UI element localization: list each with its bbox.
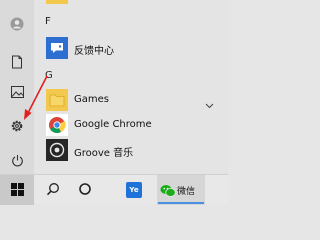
- app-label: 反馈中心: [74, 46, 114, 57]
- app-label: Groove 音乐: [74, 148, 134, 159]
- start-windows-icon: [10, 181, 24, 200]
- app-list: F 反馈中心 G Games Google Chrome Groove 音乐: [34, 0, 228, 174]
- ye-app-text: Ye: [129, 186, 139, 194]
- pictures-icon: [10, 86, 24, 98]
- app-item-feedback-hub[interactable]: 反馈中心: [34, 36, 228, 60]
- feedback-hub-icon: [46, 37, 68, 59]
- start-menu: F 反馈中心 G Games Google Chrome Groove 音乐: [0, 0, 228, 174]
- wechat-label: 微信: [177, 187, 196, 197]
- document-icon: [11, 55, 23, 69]
- chevron-down-icon[interactable]: [205, 94, 214, 113]
- documents-button[interactable]: [0, 48, 34, 76]
- settings-button[interactable]: [0, 112, 34, 140]
- user-icon: [10, 17, 24, 31]
- section-header-f[interactable]: F: [45, 16, 51, 27]
- app-ye-icon: Ye: [126, 182, 142, 198]
- taskbar: Ye 微信: [0, 174, 228, 205]
- start-button[interactable]: [0, 175, 34, 205]
- chrome-icon: [46, 114, 68, 136]
- ye-app-button[interactable]: Ye: [120, 175, 148, 205]
- account-button[interactable]: [0, 10, 34, 38]
- settings-icon: [10, 119, 24, 133]
- cortana-icon: [78, 181, 92, 200]
- app-label: Google Chrome: [74, 119, 152, 130]
- start-menu-left-rail: [0, 0, 34, 174]
- pictures-button[interactable]: [0, 78, 34, 106]
- wechat-icon: [160, 183, 176, 202]
- active-app-indicator: [158, 202, 204, 204]
- power-button[interactable]: [0, 146, 34, 174]
- cortana-button[interactable]: [72, 175, 98, 205]
- power-icon: [11, 154, 24, 167]
- folder-icon: [46, 89, 68, 111]
- partial-app-icon: [46, 0, 68, 4]
- app-item-google-chrome[interactable]: Google Chrome: [34, 113, 228, 137]
- section-header-g[interactable]: G: [45, 70, 53, 81]
- app-item-groove-music[interactable]: Groove 音乐: [34, 138, 228, 162]
- app-item-games[interactable]: Games: [34, 88, 228, 112]
- app-label: Games: [74, 94, 109, 105]
- search-icon: [46, 181, 60, 200]
- groove-music-icon: [46, 139, 68, 161]
- search-button[interactable]: [40, 175, 66, 205]
